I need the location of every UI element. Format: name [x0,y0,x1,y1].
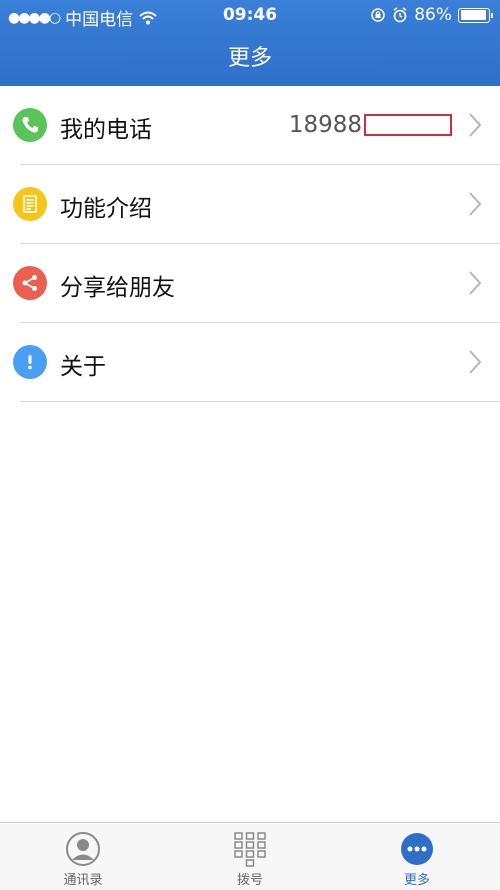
page-title: 更多 [227,46,272,71]
more-icon [401,833,433,865]
chevron-right-icon [469,113,482,137]
tab-contacts[interactable]: 通讯录 [0,823,166,890]
tab-bar: 通讯录 拨号 更多 [0,822,500,890]
chevron-right-icon [469,271,482,295]
row-label: 关于 [60,354,106,380]
phone-number: 18988 [289,112,452,138]
row-label: 功能介绍 [60,196,152,222]
tab-more[interactable]: 更多 [334,823,500,890]
settings-list: 我的电话 18988 功能介绍 分享给朋友 关于 [0,86,500,402]
phone-icon [13,108,47,142]
row-my-phone[interactable]: 我的电话 18988 [0,86,500,165]
chevron-right-icon [469,192,482,216]
row-features[interactable]: 功能介绍 [0,165,500,244]
alarm-icon [393,7,407,23]
tab-dialpad[interactable]: 拨号 [167,823,333,890]
row-label: 我的电话 [60,117,152,143]
battery-icon [458,7,493,23]
row-label: 分享给朋友 [60,275,175,301]
tab-label: 拨号 [236,873,263,888]
share-icon [13,266,47,300]
info-icon [13,345,47,379]
redaction-box [364,114,452,136]
header: ●●●●○ 中国电信 09:46 86% 更多 [0,0,500,86]
row-share[interactable]: 分享给朋友 [0,244,500,323]
rotation-lock-icon [371,8,385,22]
divider [20,401,500,402]
phone-number-text: 18988 [288,112,362,138]
chevron-right-icon [469,350,482,374]
battery-percent: 86% [414,5,452,25]
person-icon [66,832,100,866]
status-bar: ●●●●○ 中国电信 09:46 86% [0,0,500,30]
dialpad-icon [234,832,266,867]
row-about[interactable]: 关于 [0,323,500,402]
tab-label: 通讯录 [63,873,103,888]
document-icon [13,187,47,221]
tab-label: 更多 [403,873,430,888]
